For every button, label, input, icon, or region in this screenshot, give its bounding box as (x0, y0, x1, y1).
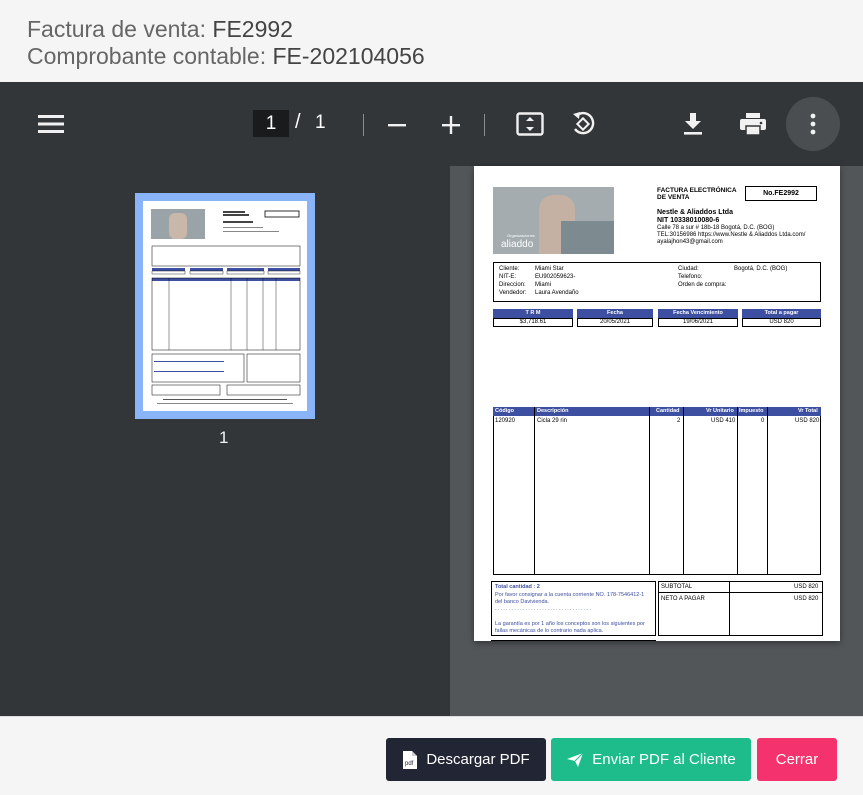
row-impuesto: 0 (761, 418, 765, 424)
rotate-icon[interactable] (568, 109, 600, 139)
observaciones-box (491, 640, 656, 641)
thumbnail-page (143, 201, 307, 411)
total-pages: 1 (315, 112, 326, 133)
col-vr-total: Vr Total (798, 408, 818, 414)
fecha-header: Fecha (577, 309, 653, 318)
col-codigo: Código (495, 408, 514, 414)
print-icon[interactable] (737, 110, 769, 138)
neto-value: USD 820 (794, 596, 819, 602)
subtotal-label: SUBTOTAL (661, 584, 693, 590)
page-thumbnail[interactable] (135, 193, 315, 419)
invoice-modal: Factura de venta: FE2992 Comprobante con… (0, 0, 863, 795)
pdf-viewer: 1 / 1 1 Organizaciones aliaddo FACTURA E… (0, 82, 863, 716)
page-separator: / (295, 111, 301, 133)
row-codigo: 120920 (495, 418, 516, 424)
send-icon (567, 752, 584, 767)
download-pdf-button[interactable]: pdf Descargar PDF (386, 738, 546, 781)
garantia-text: La garantía es por 1 año los conceptos s… (495, 621, 645, 634)
menu-icon[interactable] (36, 110, 66, 138)
row-cantidad: 2 (677, 418, 681, 424)
company-nit: NIT 10338010080-6 (657, 217, 720, 224)
telefono-label: Telefono: (678, 274, 703, 280)
consignar-text: Por favor consignar a la cuenta corrient… (495, 592, 645, 605)
company-name: Nestle & Aliaddos Ltda (657, 209, 733, 216)
doc-type: FACTURA ELECTRÓNICA DE VENTA (657, 187, 737, 201)
cliente-value: Miami Star (535, 266, 564, 272)
send-pdf-button[interactable]: Enviar PDF al Cliente (551, 738, 751, 781)
direccion-value: Miami (535, 282, 551, 288)
col-cantidad: Cantidad (656, 408, 680, 414)
svg-text:pdf: pdf (405, 761, 414, 767)
vendedor-value: Laura Avendaño (535, 290, 579, 296)
download-icon[interactable] (679, 110, 707, 138)
subtotal-value: USD 820 (794, 584, 819, 590)
pdf-toolbar: 1 / 1 (0, 82, 863, 166)
ciudad-label: Ciudad: (678, 266, 699, 272)
voucher-number: FE-202104056 (272, 43, 425, 69)
brand-name: aliaddo (501, 239, 534, 250)
modal-footer: pdf Descargar PDF Enviar PDF al Cliente … (0, 716, 863, 795)
send-pdf-label: Enviar PDF al Cliente (592, 751, 736, 768)
company-tel: TEL:30156986 https://www.Nestle & Aliadd… (657, 232, 806, 238)
voucher-title: Comprobante contable: FE-202104056 (27, 43, 863, 70)
total-value: USD 820 (769, 319, 794, 325)
row-vr-total: USD 820 (795, 418, 820, 424)
cliente-label: Cliente: (499, 266, 520, 272)
zoom-in-icon[interactable] (438, 112, 464, 138)
more-options-button[interactable] (786, 97, 840, 151)
company-logo-image: Organizaciones aliaddo (493, 187, 614, 254)
close-button[interactable]: Cerrar (757, 738, 837, 781)
total-cantidad: Total cantidad : 2 (495, 584, 540, 590)
row-vr-unitario: USD 410 (711, 418, 736, 424)
fecha-value: 20/05/2021 (599, 319, 631, 325)
more-vert-icon (803, 110, 823, 138)
invoice-doc-number: No.FE2992 (763, 190, 799, 197)
company-address: Calle 78 a sur # 18b-18 Bogotá, D.C. (BO… (657, 225, 775, 231)
items-table-box (493, 407, 821, 575)
thumbnail-preview (151, 209, 301, 404)
row-descripcion: Cicla 29 rin (537, 418, 568, 424)
col-impuesto: Impuesto (739, 408, 764, 414)
voucher-label: Comprobante contable: (27, 43, 267, 69)
vencimiento-value: 19/06/2021 (682, 319, 714, 325)
direccion-label: Direccion: (499, 282, 526, 288)
thumbnail-sidebar: 1 (0, 166, 450, 716)
vencimiento-header: Fecha Vencimiento (658, 309, 738, 318)
nit-label: NIT-E: (499, 274, 517, 280)
pdf-file-icon: pdf (403, 750, 418, 769)
dots-line: . . . . . . . . . . . . . . . . . . . . … (495, 606, 591, 612)
vendedor-label: Vendedor: (499, 290, 527, 296)
trm-header: T R M (493, 309, 573, 318)
col-vr-unitario: Vr Unitario (706, 408, 734, 414)
nit-value: EU9020596​23- (535, 274, 576, 280)
fit-page-icon[interactable] (514, 110, 546, 138)
trm-value: $3,718.61 (519, 319, 547, 325)
invoice-label: Factura de venta: (27, 16, 206, 42)
company-email: ayalajhon43@gmail.com (657, 239, 723, 245)
invoice-title: Factura de venta: FE2992 (27, 16, 863, 43)
invoice-number: FE2992 (212, 16, 293, 42)
orden-label: Orden de compra: (678, 282, 727, 288)
thumbnail-page-number: 1 (219, 428, 229, 447)
current-page-input[interactable]: 1 (253, 110, 289, 137)
neto-label: NETO A PAGAR (661, 596, 705, 602)
download-pdf-label: Descargar PDF (426, 751, 530, 768)
pdf-page: Organizaciones aliaddo FACTURA ELECTRÓNI… (474, 166, 840, 641)
toolbar-divider (484, 114, 485, 136)
toolbar-divider (363, 114, 364, 136)
ciudad-value: Bogotá, D.C. (BOG) (734, 266, 788, 272)
total-header: Total a pagar (742, 309, 821, 318)
col-descripcion: Descripción (537, 408, 569, 414)
modal-header: Factura de venta: FE2992 Comprobante con… (0, 0, 863, 82)
brand-sub: Organizaciones (507, 233, 535, 238)
zoom-out-icon[interactable] (384, 112, 410, 138)
